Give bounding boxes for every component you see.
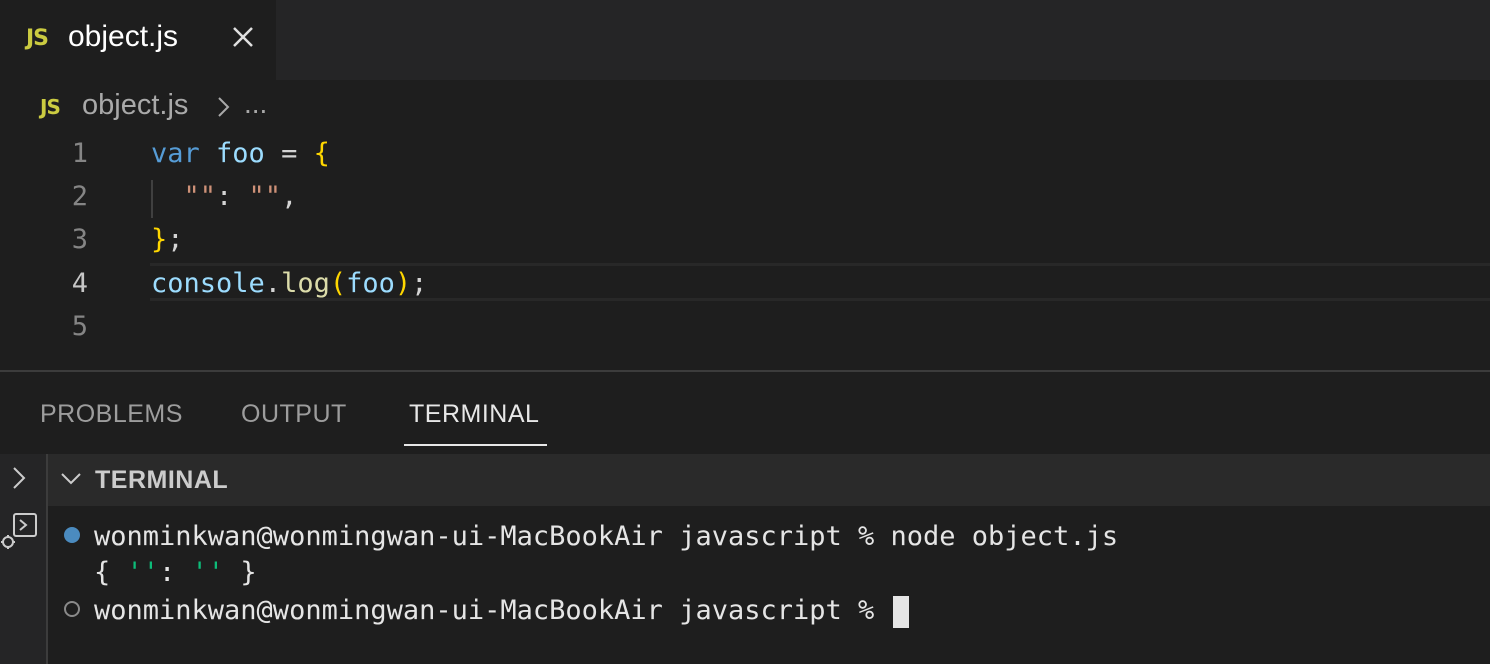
code-text: }; (151, 224, 184, 255)
terminal-section-header[interactable]: TERMINAL (48, 454, 1490, 506)
terminal-section-title: TERMINAL (95, 466, 229, 494)
panel-tab-bar: PROBLEMS OUTPUT TERMINAL (0, 372, 1490, 454)
active-tab-indicator (404, 444, 547, 446)
breadcrumb-file[interactable]: object.js (82, 89, 188, 122)
chevron-right-icon (214, 90, 234, 129)
code-text: console.log(foo); (151, 268, 428, 299)
javascript-file-icon: JS (40, 95, 61, 119)
code-editor[interactable]: 1 var foo = { 2 "": "", 3 }; 4 console.l… (0, 132, 1490, 368)
terminal-line: wonminkwan@wonmingwan-ui-MacBookAir java… (94, 521, 1119, 552)
terminal-debug-icon[interactable] (0, 510, 40, 550)
terminal-body[interactable]: wonminkwan@wonmingwan-ui-MacBookAir java… (48, 506, 1490, 664)
line-number: 5 (71, 311, 88, 342)
code-line: 5 (0, 305, 1490, 348)
code-line: 3 }; (0, 218, 1490, 261)
terminal-side-strip (0, 454, 46, 664)
line-number: 3 (71, 224, 88, 255)
line-number: 1 (71, 138, 88, 169)
code-line: 2 "": "", (0, 175, 1490, 218)
command-success-dot-icon[interactable] (64, 527, 80, 543)
javascript-file-icon: JS (26, 26, 49, 51)
tab-problems[interactable]: PROBLEMS (40, 400, 183, 429)
code-line: 1 var foo = { (0, 132, 1490, 175)
code-text: "": "", (183, 181, 298, 212)
terminal-line: wonminkwan@wonmingwan-ui-MacBookAir java… (94, 594, 909, 628)
tab-label: object.js (68, 20, 179, 53)
chevron-down-icon[interactable] (58, 464, 84, 501)
terminal-prompt: wonminkwan@wonmingwan-ui-MacBookAir java… (94, 595, 891, 626)
line-number: 2 (71, 181, 88, 212)
line-number: 4 (71, 268, 88, 299)
tab-output[interactable]: OUTPUT (241, 400, 347, 429)
code-text: var foo = { (151, 138, 330, 169)
terminal-output-line: { '': '' } (94, 557, 257, 588)
breadcrumb: JS object.js ... (0, 86, 1490, 128)
terminal-cursor (892, 595, 909, 628)
breadcrumb-symbols[interactable]: ... (244, 88, 267, 120)
command-pending-dot-icon[interactable] (64, 601, 80, 617)
tab-object-js[interactable]: JS object.js (0, 0, 276, 80)
chevron-right-icon[interactable] (8, 460, 30, 502)
close-icon[interactable] (228, 22, 258, 54)
code-line: 4 console.log(foo); (0, 262, 1490, 305)
editor-tab-bar: JS object.js (0, 0, 1490, 80)
tab-terminal[interactable]: TERMINAL (409, 400, 539, 429)
